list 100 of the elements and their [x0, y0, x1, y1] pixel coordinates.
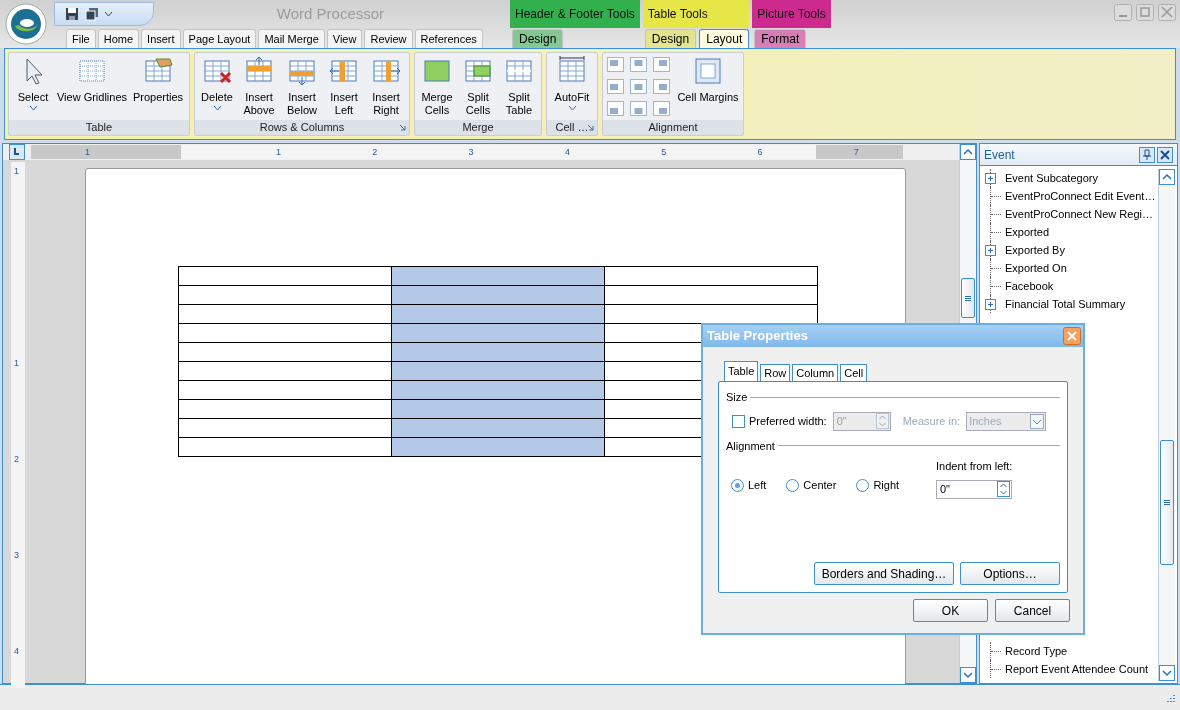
- ribbon-tab[interactable]: Design: [644, 29, 697, 48]
- tree-item[interactable]: Exported By: [1003, 241, 1065, 259]
- scroll-up-icon[interactable]: [960, 144, 976, 160]
- vertical-scrollbar[interactable]: [1158, 169, 1175, 681]
- cell-margins-icon: [692, 55, 724, 87]
- ribbon-tab[interactable]: Mail Merge: [258, 29, 325, 48]
- ribbon-button[interactable]: Insert Above: [238, 55, 280, 117]
- ribbon-button[interactable]: Select: [11, 55, 55, 110]
- scroll-down-icon[interactable]: [1159, 665, 1175, 681]
- resize-grip-icon[interactable]: [1166, 692, 1176, 703]
- ribbon-tab[interactable]: Format: [754, 29, 807, 48]
- ruler-number: 6: [757, 146, 763, 159]
- tree-item[interactable]: Facebook: [1003, 277, 1054, 295]
- ribbon-tab[interactable]: Insert: [141, 29, 181, 48]
- ribbon-button[interactable]: View Gridlines: [56, 55, 128, 104]
- indent-field[interactable]: 0": [936, 479, 1012, 499]
- close-icon[interactable]: [1063, 327, 1081, 345]
- ribbon-tab[interactable]: Design: [512, 29, 564, 48]
- save-all-icon[interactable]: [85, 7, 99, 21]
- measure-label: Measure in:: [902, 413, 961, 429]
- scroll-thumb[interactable]: [1160, 440, 1174, 565]
- dialog-launcher-icon[interactable]: [587, 124, 594, 131]
- dialog-button[interactable]: Cancel: [995, 599, 1070, 622]
- section-heading: Size: [726, 390, 748, 405]
- table-cell[interactable]: [604, 266, 818, 286]
- indent-label: Indent from left:: [936, 459, 1013, 474]
- table-cell[interactable]: [391, 266, 605, 286]
- ribbon-tab[interactable]: File: [66, 29, 96, 48]
- ribbon-button[interactable]: Split Table: [499, 55, 539, 117]
- context-tab-group-header: Header & Footer Tools: [510, 0, 640, 28]
- ribbon-button[interactable]: Cell Margins: [675, 55, 741, 104]
- ribbon-tab[interactable]: Layout: [699, 29, 750, 48]
- ruler-number: 2: [372, 146, 378, 159]
- ribbon-tab[interactable]: Home: [97, 29, 140, 48]
- radio-label: Right: [873, 478, 900, 493]
- ribbon-button[interactable]: Insert Left: [324, 55, 364, 117]
- ruler-number: 4: [14, 646, 19, 656]
- scroll-thumb[interactable]: [961, 278, 975, 318]
- ribbon-button[interactable]: Properties: [129, 55, 187, 104]
- tree-item[interactable]: Exported: [1003, 223, 1050, 241]
- tab-stop-icon[interactable]: [9, 144, 25, 160]
- dialog-tab[interactable]: Column: [792, 364, 839, 381]
- ribbon-button[interactable]: Delete: [197, 55, 237, 110]
- tree-item[interactable]: Financial Total Summary: [1003, 295, 1126, 313]
- ruler-number: 2: [14, 454, 19, 464]
- radio-button[interactable]: [731, 478, 744, 492]
- context-tab-group-header: Table Tools: [642, 0, 750, 28]
- context-tab-group-header: Picture Tools: [752, 0, 831, 28]
- tree-item[interactable]: Event Subcategory: [1003, 169, 1098, 187]
- tree-item[interactable]: Exported On: [1003, 259, 1067, 277]
- panel-title: Event: [984, 146, 1016, 164]
- ribbon-button[interactable]: Merge Cells: [417, 55, 457, 117]
- ruler-number: 3: [468, 146, 474, 159]
- scroll-down-icon[interactable]: [960, 667, 976, 683]
- ribbon-button[interactable]: Insert Right: [365, 55, 407, 117]
- group-label: Cell …: [555, 121, 589, 134]
- radio-button[interactable]: [786, 478, 800, 492]
- ribbon-button[interactable]: Insert Below: [281, 55, 323, 117]
- ribbon-button[interactable]: Split Cells: [458, 55, 498, 117]
- ruler-number: 4: [564, 146, 570, 159]
- dialog-button[interactable]: Options…: [960, 562, 1060, 585]
- ruler-number: 1: [14, 358, 19, 368]
- pin-icon[interactable]: [1139, 146, 1155, 163]
- caret-icon: [568, 106, 576, 110]
- app-logo-icon[interactable]: [5, 3, 47, 45]
- group-label: Alignment: [648, 121, 698, 134]
- ruler-number: 7: [853, 146, 859, 159]
- ribbon-tab[interactable]: View: [326, 29, 363, 48]
- dialog-launcher-icon[interactable]: [399, 124, 406, 131]
- caret-icon: [29, 106, 37, 110]
- dialog-title: Table Properties: [707, 327, 809, 346]
- dialog-tab[interactable]: Row: [760, 364, 791, 381]
- radio-label: Left: [748, 478, 767, 493]
- ribbon-button[interactable]: AutoFit: [549, 55, 595, 110]
- expand-icon[interactable]: [985, 298, 996, 310]
- expand-icon[interactable]: [985, 244, 996, 256]
- table-cell[interactable]: [178, 266, 392, 286]
- dialog-button[interactable]: OK: [913, 599, 988, 622]
- radio-button[interactable]: [856, 478, 870, 492]
- checkbox-label: Preferred width:: [749, 413, 827, 429]
- scroll-up-icon[interactable]: [1159, 169, 1175, 185]
- tree-item[interactable]: Report Event Attendee Count: [1003, 660, 1149, 678]
- ribbon-tab[interactable]: Page Layout: [182, 29, 257, 48]
- save-icon[interactable]: [65, 7, 79, 21]
- expand-icon[interactable]: [985, 172, 996, 184]
- ruler-number: 1: [276, 146, 281, 159]
- tree-item[interactable]: EventProConnect New Regi…: [1003, 205, 1153, 223]
- dropdown-caret-icon: [1030, 413, 1045, 429]
- tree-item[interactable]: Record Type: [1003, 642, 1068, 660]
- radio-label: Center: [803, 478, 837, 493]
- close-icon[interactable]: [1157, 146, 1173, 163]
- spin-icon[interactable]: [997, 481, 1010, 497]
- ribbon-tab[interactable]: Review: [364, 29, 413, 48]
- ruler-number: 5: [661, 146, 667, 159]
- dialog-tab[interactable]: Cell: [840, 364, 868, 381]
- ribbon-tab[interactable]: References: [414, 29, 483, 48]
- ruler-number: 1: [85, 146, 90, 159]
- dialog-tab[interactable]: Table: [724, 361, 759, 381]
- tree-item[interactable]: EventProConnect Edit Event…: [1003, 187, 1156, 205]
- dialog-button[interactable]: Borders and Shading…: [814, 562, 954, 585]
